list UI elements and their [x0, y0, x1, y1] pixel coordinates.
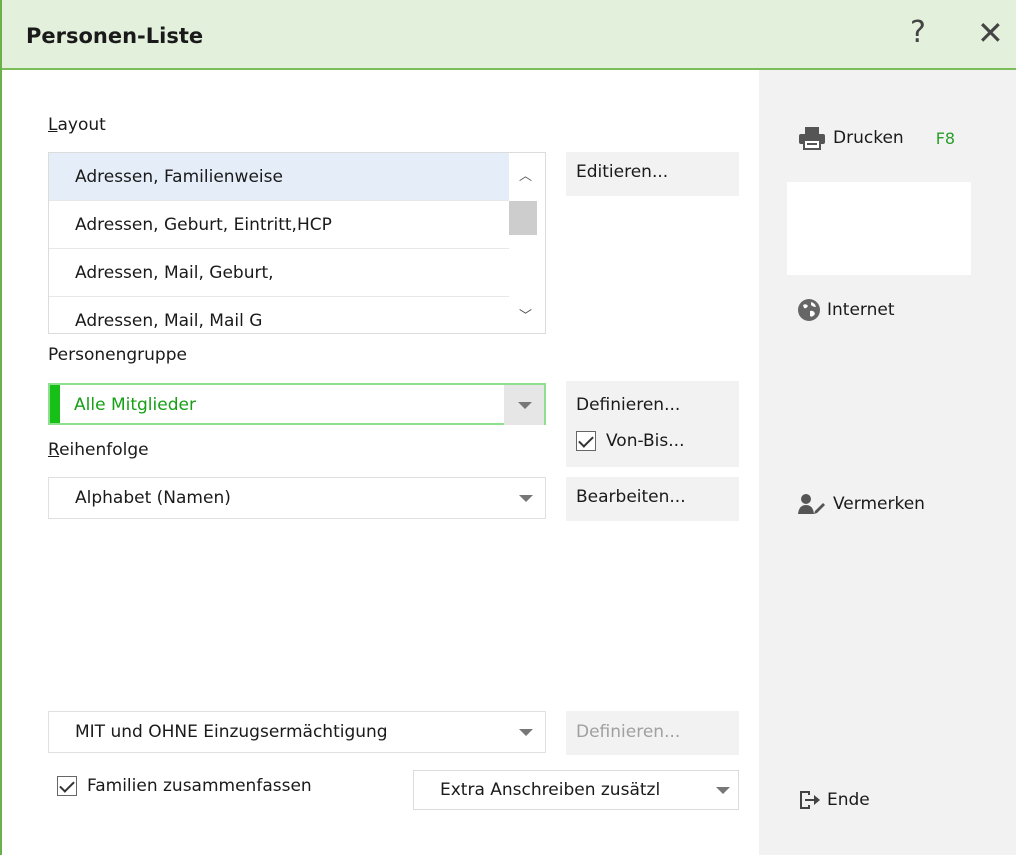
edit-order-button[interactable]: Bearbeiten... — [566, 477, 739, 521]
personengruppe-value: Alle Mitglieder — [74, 395, 196, 415]
chevron-down-icon[interactable]: ﹀ — [519, 305, 532, 324]
edit-order-label: Bearbeiten... — [576, 487, 686, 507]
einzug-select[interactable]: MIT und OHNE Einzugsermächtigung — [48, 711, 546, 753]
preview-area — [787, 182, 971, 275]
personen-liste-window: Personen-Liste ? ✕ Layout Adressen, Fami… — [0, 0, 1016, 855]
personengruppe-button-panel: Definieren... Von-Bis... — [566, 381, 739, 467]
extra-anschreiben-value: Extra Anschreiben zusätzl — [440, 780, 661, 800]
window-title: Personen-Liste — [26, 24, 204, 48]
vermerken-button[interactable]: Vermerken — [797, 492, 925, 516]
extra-anschreiben-select[interactable]: Extra Anschreiben zusätzl — [413, 770, 739, 810]
familien-checkbox[interactable] — [57, 776, 77, 796]
von-bis-checkbox[interactable] — [576, 431, 596, 451]
internet-label: Internet — [827, 300, 895, 320]
familien-checkbox-row[interactable]: Familien zusammenfassen — [57, 776, 312, 796]
list-item[interactable]: Adressen, Geburt, Eintritt,HCP — [49, 201, 511, 249]
layout-listbox[interactable]: Adressen, Familienweise Adressen, Geburt… — [48, 152, 546, 334]
reihenfolge-label-rest: eihenfolge — [59, 440, 149, 460]
scrollbar-thumb[interactable] — [509, 201, 537, 235]
von-bis-label: Von-Bis... — [606, 431, 685, 451]
edit-layout-button[interactable]: Editieren... — [566, 152, 739, 196]
layout-scrollbar[interactable]: ︿ ﹀ — [509, 153, 545, 333]
von-bis-checkbox-row[interactable]: Von-Bis... — [576, 431, 684, 451]
title-bar: Personen-Liste ? ✕ — [2, 0, 1016, 70]
familien-label: Familien zusammenfassen — [87, 776, 312, 796]
list-item[interactable]: Adressen, Familienweise — [49, 153, 511, 201]
edit-layout-label: Editieren... — [576, 162, 669, 182]
define-einzug-label: Definieren... — [576, 722, 681, 742]
define-group-button[interactable]: Definieren... — [576, 395, 739, 415]
reihenfolge-label-mnemonic: R — [48, 440, 60, 460]
chevron-down-icon[interactable] — [504, 385, 544, 425]
print-label: Drucken — [833, 128, 904, 148]
personengruppe-select[interactable]: Alle Mitglieder — [48, 383, 546, 425]
list-item[interactable]: Adressen, Mail, Mail G — [49, 297, 511, 333]
layout-label-rest: ayout — [57, 115, 106, 135]
ende-button[interactable]: Ende — [797, 788, 870, 812]
layout-label: Layout — [48, 115, 106, 135]
list-item[interactable]: Adressen, Mail, Geburt, — [49, 249, 511, 297]
help-button[interactable]: ? — [910, 18, 926, 48]
reihenfolge-select[interactable]: Alphabet (Namen) — [48, 477, 546, 519]
globe-icon — [798, 299, 820, 321]
define-einzug-button[interactable]: Definieren... — [566, 711, 739, 755]
exit-icon — [800, 791, 820, 809]
user-note-icon — [798, 494, 825, 514]
selection-indicator — [50, 385, 60, 423]
chevron-down-icon[interactable] — [505, 712, 545, 752]
ende-label: Ende — [827, 790, 870, 810]
chevron-down-icon[interactable] — [708, 771, 738, 809]
close-button[interactable]: ✕ — [977, 17, 1004, 49]
reihenfolge-value: Alphabet (Namen) — [75, 488, 231, 508]
print-shortcut: F8 — [935, 128, 956, 148]
einzug-value: MIT und OHNE Einzugsermächtigung — [75, 722, 388, 742]
action-sidebar: Drucken F8 Internet Vermerken Ende — [759, 70, 1016, 855]
chevron-down-icon[interactable] — [505, 478, 545, 518]
chevron-up-icon[interactable]: ︿ — [519, 165, 532, 184]
print-button[interactable]: Drucken F8 — [797, 126, 955, 150]
personengruppe-label: Personengruppe — [48, 345, 187, 365]
vermerken-label: Vermerken — [833, 494, 925, 514]
internet-button[interactable]: Internet — [797, 298, 895, 322]
printer-icon — [799, 127, 825, 150]
reihenfolge-label: Reihenfolge — [48, 440, 149, 460]
